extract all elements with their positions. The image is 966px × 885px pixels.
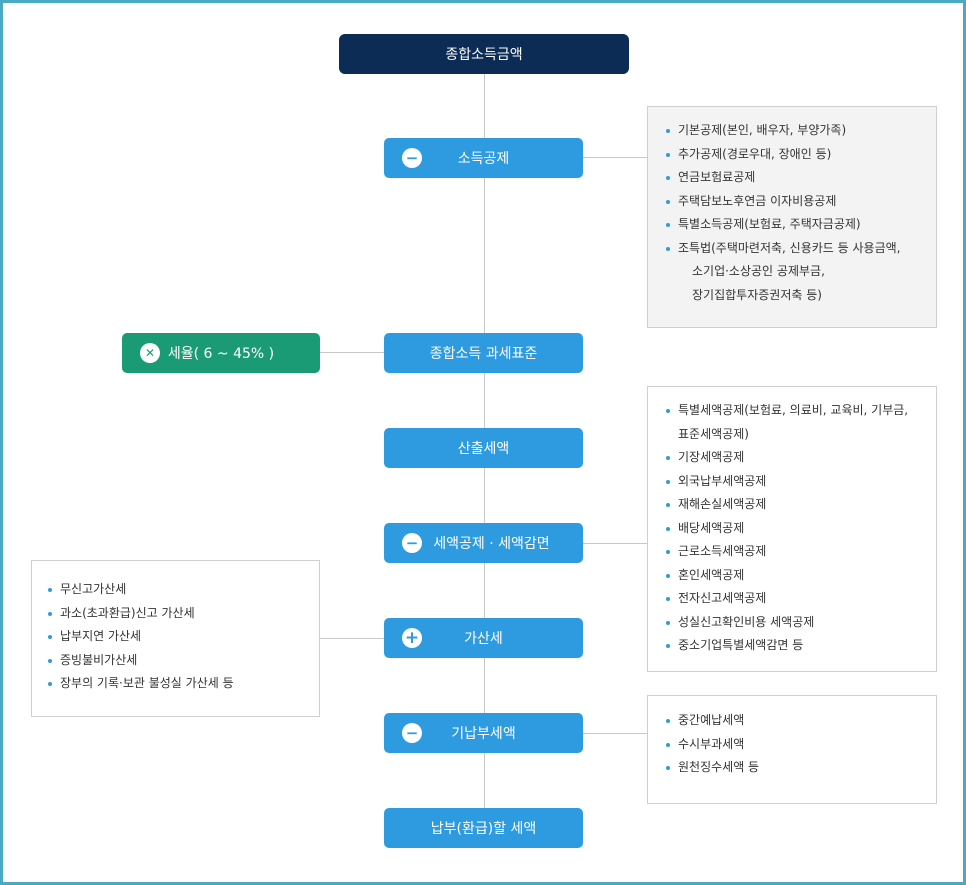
list-item: 중소기업특별세액감면 등: [664, 634, 936, 658]
list-item: 성실신고확인비용 세액공제: [664, 611, 936, 635]
node-final-tax-label: 납부(환급)할 세액: [430, 821, 537, 837]
list-item: 원천징수세액 등: [664, 756, 936, 780]
node-total-income-label: 종합소득금액: [445, 47, 523, 63]
list-item: 수시부과세액: [664, 733, 936, 757]
list-item: 무신고가산세: [46, 578, 319, 602]
node-final-tax: 납부(환급)할 세액: [384, 808, 583, 848]
list-item: 표준세액공제): [678, 426, 749, 441]
panel-income-deduction: 기본공제(본인, 배우자, 부양가족) 추가공제(경로우대, 장애인 등) 연금…: [647, 106, 937, 328]
connector-additional-tax: [319, 638, 385, 639]
node-tax-base-label: 종합소득 과세표준: [429, 346, 538, 362]
list-item: 과소(초과환급)신고 가산세: [46, 602, 319, 626]
node-tax-base: 종합소득 과세표준: [384, 333, 583, 373]
list-item: 소기업·소상공인 공제부금,: [692, 264, 825, 278]
node-prepaid-tax: − 기납부세액: [384, 713, 583, 753]
list-item: 장기집합투자증권저축 등): [692, 287, 822, 302]
list-item: 기장세액공제: [664, 446, 936, 470]
connector-income-deduction: [582, 157, 648, 158]
node-income-deduction: − 소득공제: [384, 138, 583, 178]
panel-prepaid-tax: 중간예납세액 수시부과세액 원천징수세액 등: [647, 695, 937, 804]
list-item: 연금보험료공제: [664, 166, 936, 190]
plus-icon: +: [402, 628, 422, 648]
list-item: 특별소득공제(보험료, 주택자금공제): [664, 213, 936, 237]
node-tax-rate: ✕ 세율( 6 ~ 45% ): [122, 333, 320, 373]
list-item: 장부의 기록·보관 불성실 가산세 등: [46, 672, 319, 696]
list-item: 주택담보노후연금 이자비용공제: [664, 190, 936, 214]
node-additional-tax: + 가산세: [384, 618, 583, 658]
node-additional-tax-label: 가산세: [464, 631, 503, 647]
list-item: 납부지연 가산세: [46, 625, 319, 649]
list-item: 재해손실세액공제: [664, 493, 936, 517]
node-income-deduction-label: 소득공제: [457, 151, 510, 167]
list-item: 중간예납세액: [664, 709, 936, 733]
node-tax-rate-label: 세율( 6 ~ 45% ): [167, 346, 275, 362]
minus-icon: −: [402, 533, 422, 553]
connector-tax-rate: [319, 352, 385, 353]
connector-tax-credit: [582, 543, 648, 544]
list-item: 외국납부세액공제: [664, 470, 936, 494]
list-item: 배당세액공제: [664, 517, 936, 541]
list-item: 전자신고세액공제: [664, 587, 936, 611]
panel-tax-credit: 특별세액공제(보험료, 의료비, 교육비, 기부금, 표준세액공제) 기장세액공…: [647, 386, 937, 672]
list-item: 혼인세액공제: [664, 564, 936, 588]
list-item: 조특법(주택마련저축, 신용카드 등 사용금액,: [664, 237, 936, 261]
minus-icon: −: [402, 723, 422, 743]
list-item: 증빙불비가산세: [46, 649, 319, 673]
node-computed-tax: 산출세액: [384, 428, 583, 468]
node-computed-tax-label: 산출세액: [457, 441, 510, 457]
node-total-income: 종합소득금액: [339, 34, 629, 74]
list-item: 추가공제(경로우대, 장애인 등): [664, 143, 936, 167]
times-icon: ✕: [140, 343, 160, 363]
node-tax-credit: − 세액공제 · 세액감면: [384, 523, 583, 563]
list-item: 근로소득세액공제: [664, 540, 936, 564]
minus-icon: −: [402, 148, 422, 168]
connector-prepaid-tax: [582, 733, 648, 734]
node-tax-credit-label: 세액공제 · 세액감면: [433, 536, 550, 552]
panel-additional-tax: 무신고가산세 과소(초과환급)신고 가산세 납부지연 가산세 증빙불비가산세 장…: [31, 560, 320, 717]
list-item: 특별세액공제(보험료, 의료비, 교육비, 기부금,: [664, 399, 936, 423]
node-prepaid-tax-label: 기납부세액: [451, 726, 516, 742]
list-item: 기본공제(본인, 배우자, 부양가족): [664, 119, 936, 143]
